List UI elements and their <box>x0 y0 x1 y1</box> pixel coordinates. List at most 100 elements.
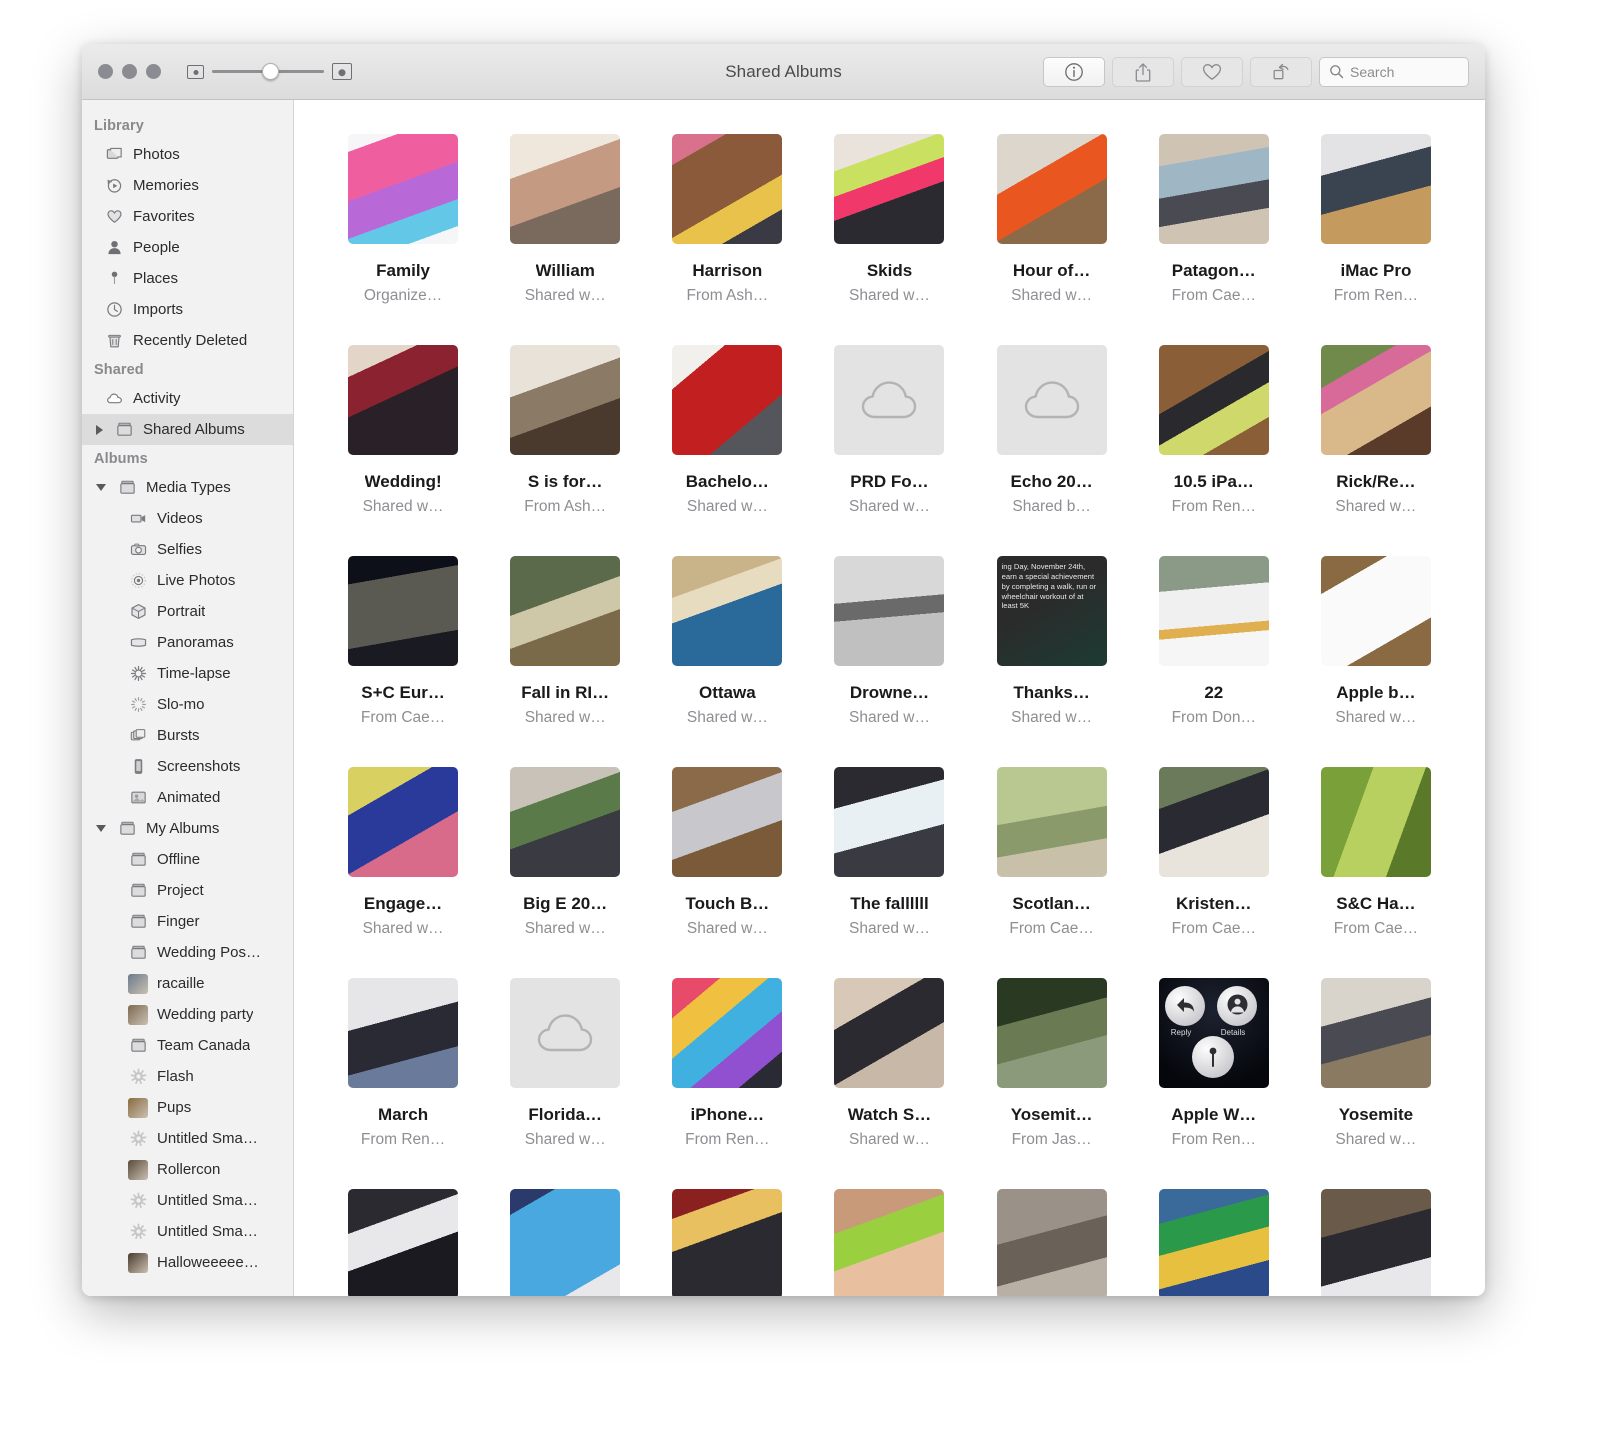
sidebar-item-live-photos[interactable]: Live Photos <box>82 565 293 596</box>
sidebar-item-flash[interactable]: Flash <box>82 1061 293 1092</box>
album-tile[interactable]: Family Organize… <box>322 134 484 345</box>
album-tile[interactable]: ing Day, November 24th, earn a special a… <box>971 556 1133 767</box>
album-thumbnail[interactable] <box>672 345 783 455</box>
album-thumbnail[interactable] <box>672 134 783 244</box>
album-tile[interactable]: iMac Pro From Ren… <box>1295 134 1457 345</box>
album-tile[interactable] <box>322 1189 484 1296</box>
close-button[interactable] <box>98 64 113 79</box>
album-thumbnail[interactable] <box>672 978 783 1088</box>
sidebar-item-my-albums[interactable]: My Albums <box>82 813 293 844</box>
album-tile[interactable]: iPhone… From Ren… <box>646 978 808 1189</box>
album-thumbnail[interactable] <box>834 556 945 666</box>
chevron-right-icon[interactable] <box>96 424 103 435</box>
sidebar-item-time-lapse[interactable]: Time-lapse <box>82 658 293 689</box>
album-thumbnail[interactable] <box>348 767 459 877</box>
sidebar-item-videos[interactable]: Videos <box>82 503 293 534</box>
album-tile[interactable]: Engage… Shared w… <box>322 767 484 978</box>
sidebar-item-finger[interactable]: Finger <box>82 906 293 937</box>
album-thumbnail[interactable] <box>672 767 783 877</box>
album-thumbnail[interactable] <box>1158 1189 1269 1296</box>
minimize-button[interactable] <box>122 64 137 79</box>
album-tile[interactable]: Patagon… From Cae… <box>1133 134 1295 345</box>
album-thumbnail[interactable] <box>834 134 945 244</box>
sidebar-item-imports[interactable]: Imports <box>82 294 293 325</box>
album-thumbnail[interactable] <box>1320 556 1431 666</box>
album-tile[interactable] <box>808 1189 970 1296</box>
album-thumbnail[interactable] <box>996 767 1107 877</box>
album-tile[interactable] <box>484 1189 646 1296</box>
sidebar-item-places[interactable]: Places <box>82 263 293 294</box>
album-tile[interactable]: Hour of… Shared w… <box>971 134 1133 345</box>
sidebar-item-racaille[interactable]: racaille <box>82 968 293 999</box>
album-tile[interactable]: Yosemit… From Jas… <box>971 978 1133 1189</box>
album-thumbnail[interactable] <box>348 1189 459 1296</box>
sidebar-item-panoramas[interactable]: Panoramas <box>82 627 293 658</box>
sidebar-item-team-canada[interactable]: Team Canada <box>82 1030 293 1061</box>
info-button[interactable] <box>1043 56 1105 87</box>
album-tile[interactable]: Rick/Re… Shared w… <box>1295 345 1457 556</box>
album-tile[interactable]: PRD Fo… Shared w… <box>808 345 970 556</box>
sidebar-item-screenshots[interactable]: Screenshots <box>82 751 293 782</box>
album-thumbnail[interactable] <box>834 767 945 877</box>
album-thumbnail[interactable] <box>510 556 621 666</box>
album-tile[interactable]: Kristen… From Cae… <box>1133 767 1295 978</box>
sidebar-item-favorites[interactable]: Favorites <box>82 201 293 232</box>
album-thumbnail[interactable] <box>1320 134 1431 244</box>
album-tile[interactable]: Reply Details Apple W… From Ren… <box>1133 978 1295 1189</box>
album-tile[interactable] <box>646 1189 808 1296</box>
album-tile[interactable]: Harrison From Ash… <box>646 134 808 345</box>
sidebar-item-bursts[interactable]: Bursts <box>82 720 293 751</box>
albums-grid-area[interactable]: Family Organize… William Shared w… Harrison F… <box>294 100 1485 1296</box>
album-tile[interactable]: March From Ren… <box>322 978 484 1189</box>
album-tile[interactable]: 22 From Don… <box>1133 556 1295 767</box>
album-tile[interactable]: Apple b… Shared w… <box>1295 556 1457 767</box>
album-tile[interactable]: S+C Eur… From Cae… <box>322 556 484 767</box>
album-thumbnail[interactable] <box>1320 345 1431 455</box>
album-thumbnail[interactable] <box>834 1189 945 1296</box>
album-thumbnail[interactable] <box>1158 345 1269 455</box>
album-thumbnail[interactable] <box>1320 767 1431 877</box>
sidebar-item-untitled-sma[interactable]: Untitled Sma… <box>82 1123 293 1154</box>
album-thumbnail[interactable] <box>1158 134 1269 244</box>
album-thumbnail[interactable] <box>510 767 621 877</box>
album-thumbnail[interactable] <box>996 345 1107 455</box>
album-thumbnail[interactable] <box>510 134 621 244</box>
album-thumbnail[interactable] <box>672 556 783 666</box>
album-thumbnail[interactable] <box>348 134 459 244</box>
traffic-lights[interactable] <box>98 64 161 79</box>
sidebar-item-halloweeeee[interactable]: Halloweeeee… <box>82 1247 293 1278</box>
sidebar-item-recently-deleted[interactable]: Recently Deleted <box>82 325 293 356</box>
chevron-down-icon[interactable] <box>96 825 106 832</box>
chevron-down-icon[interactable] <box>96 484 106 491</box>
album-tile[interactable] <box>1295 1189 1457 1296</box>
album-tile[interactable]: Skids Shared w… <box>808 134 970 345</box>
album-tile[interactable]: Touch B… Shared w… <box>646 767 808 978</box>
sidebar-item-slo-mo[interactable]: Slo-mo <box>82 689 293 720</box>
album-tile[interactable]: William Shared w… <box>484 134 646 345</box>
album-tile[interactable]: Big E 20… Shared w… <box>484 767 646 978</box>
sidebar-item-project[interactable]: Project <box>82 875 293 906</box>
album-tile[interactable] <box>971 1189 1133 1296</box>
sidebar-item-portrait[interactable]: Portrait <box>82 596 293 627</box>
slider-track[interactable] <box>212 63 324 80</box>
sidebar-item-media-types[interactable]: Media Types <box>82 472 293 503</box>
album-thumbnail[interactable] <box>348 556 459 666</box>
thumbnail-size-slider[interactable] <box>187 63 352 80</box>
album-thumbnail[interactable]: Reply Details <box>1158 978 1269 1088</box>
album-tile[interactable]: Echo 20… Shared b… <box>971 345 1133 556</box>
sidebar-item-photos[interactable]: Photos <box>82 139 293 170</box>
album-thumbnail[interactable] <box>672 1189 783 1296</box>
sidebar-item-memories[interactable]: Memories <box>82 170 293 201</box>
sidebar-item-wedding-party[interactable]: Wedding party <box>82 999 293 1030</box>
album-tile[interactable]: Fall in RI… Shared w… <box>484 556 646 767</box>
album-thumbnail[interactable] <box>1158 767 1269 877</box>
album-tile[interactable]: Ottawa Shared w… <box>646 556 808 767</box>
album-tile[interactable]: Wedding! Shared w… <box>322 345 484 556</box>
sidebar-item-wedding-pos[interactable]: Wedding Pos… <box>82 937 293 968</box>
share-button[interactable] <box>1112 56 1174 87</box>
album-thumbnail[interactable] <box>1320 1189 1431 1296</box>
rotate-button[interactable] <box>1250 56 1312 87</box>
sidebar-item-people[interactable]: People <box>82 232 293 263</box>
album-tile[interactable]: Watch S… Shared w… <box>808 978 970 1189</box>
album-thumbnail[interactable]: ing Day, November 24th, earn a special a… <box>996 556 1107 666</box>
